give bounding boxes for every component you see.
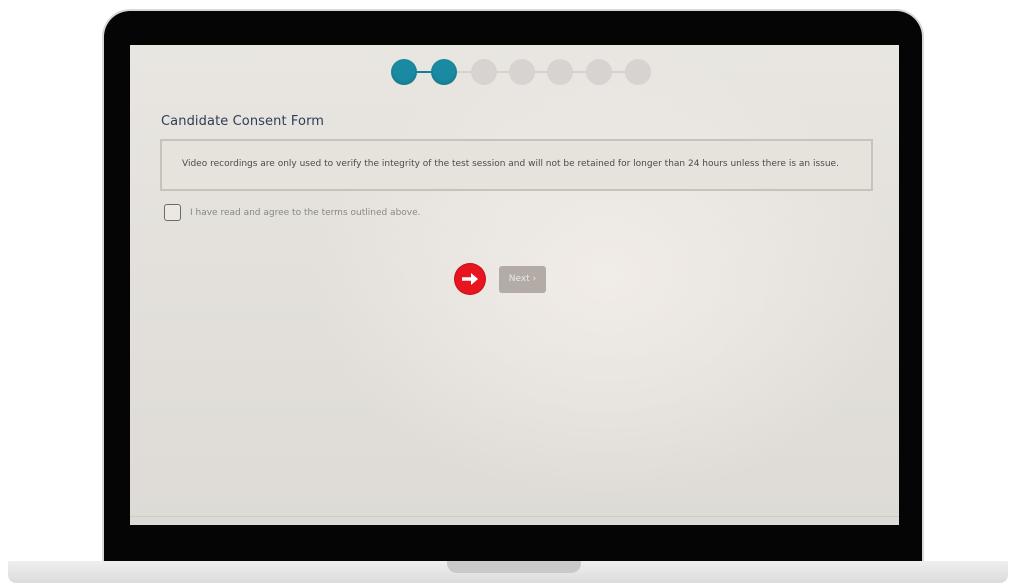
- screenshot: Candidate Consent Form Video recordings …: [0, 0, 1009, 583]
- step-1-indicator: [391, 59, 417, 85]
- consent-notice-box: Video recordings are only used to verify…: [160, 139, 873, 191]
- step-2-indicator: [431, 59, 457, 85]
- step-4-indicator: [509, 59, 535, 85]
- progress-stepper: [391, 58, 651, 86]
- arrow-right-icon: [455, 264, 485, 294]
- divider: [130, 516, 899, 517]
- laptop-notch: [447, 561, 581, 573]
- consent-label[interactable]: I have read and agree to the terms outli…: [190, 208, 421, 218]
- page-title: Candidate Consent Form: [161, 114, 325, 129]
- laptop-screen: Candidate Consent Form Video recordings …: [130, 45, 899, 525]
- step-7-indicator: [625, 59, 651, 85]
- next-button[interactable]: Next ›: [499, 266, 546, 293]
- step-5-indicator: [547, 59, 573, 85]
- next-button-label: Next: [508, 274, 530, 285]
- step-6-indicator: [586, 59, 612, 85]
- consent-notice-text: Video recordings are only used to verify…: [182, 159, 839, 169]
- consent-checkbox[interactable]: [164, 204, 181, 221]
- step-3-indicator: [471, 59, 497, 85]
- chevron-right-icon: ›: [532, 274, 537, 285]
